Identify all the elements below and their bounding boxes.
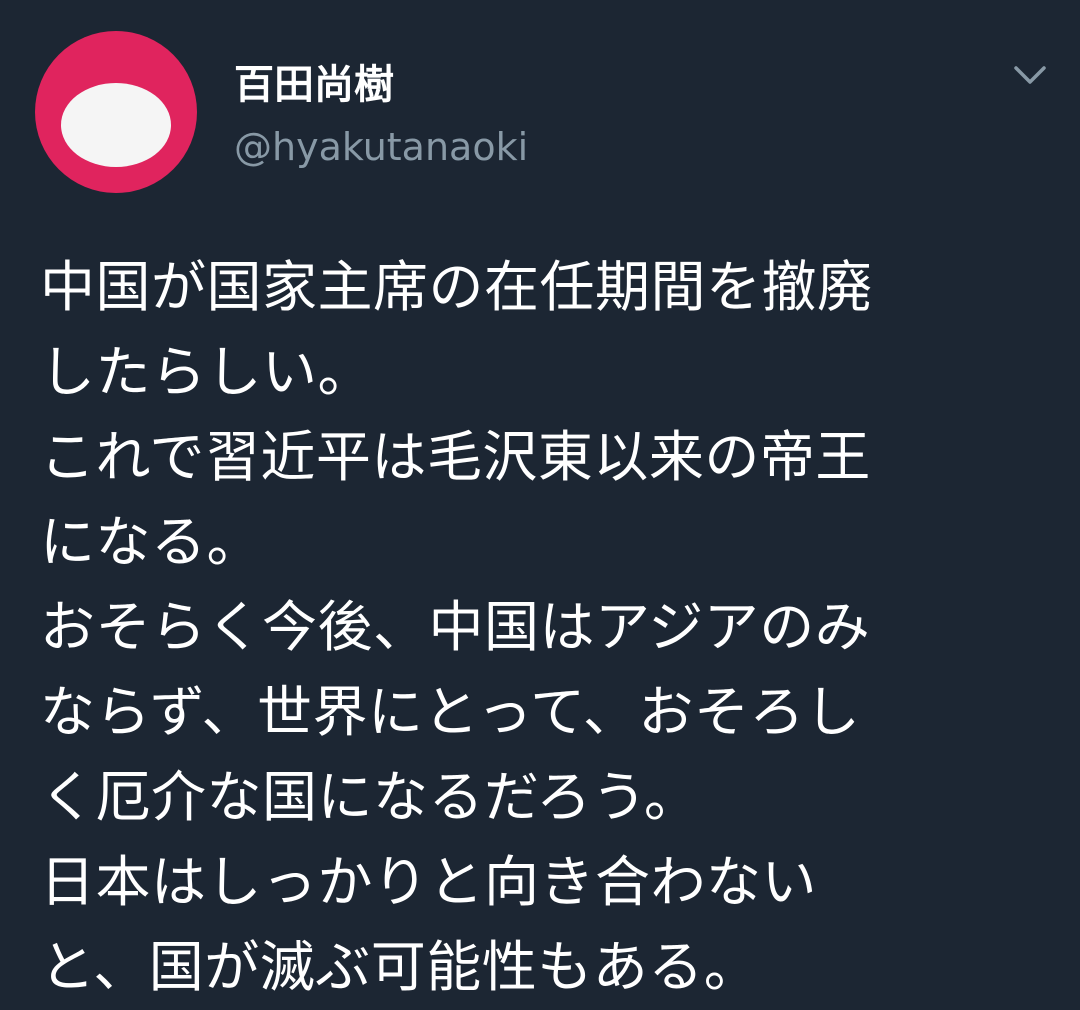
- avatar[interactable]: [35, 31, 197, 193]
- tweet-text-line: おそらく今後、中国はアジアのみ: [40, 595, 871, 659]
- avatar-image: [61, 83, 171, 167]
- tweet-text: 中国が国家主席の在任期間を撤廃 したらしい。 これで習近平は毛沢東以来の帝王 に…: [40, 245, 1050, 1010]
- tweet-text-line: ならず、世界にとって、おそろし: [40, 680, 861, 744]
- tweet-text-line: と、国が滅ぶ可能性もある。: [40, 935, 760, 999]
- tweet-text-line: これで習近平は毛沢東以来の帝王: [40, 425, 871, 489]
- chevron-down-icon[interactable]: [1008, 58, 1052, 92]
- tweet-text-line: したらしい。: [40, 340, 374, 404]
- tweet-text-line: く厄介な国になるだろう。: [40, 765, 700, 829]
- author-display-name[interactable]: 百田尚樹: [234, 58, 394, 112]
- author-username[interactable]: @hyakutanaoki: [234, 121, 528, 173]
- tweet-text-line: 日本はしっかりと向き合わない: [40, 850, 818, 914]
- tweet-text-line: 中国が国家主席の在任期間を撤廃: [40, 255, 873, 319]
- tweet-text-line: になる。: [40, 510, 263, 574]
